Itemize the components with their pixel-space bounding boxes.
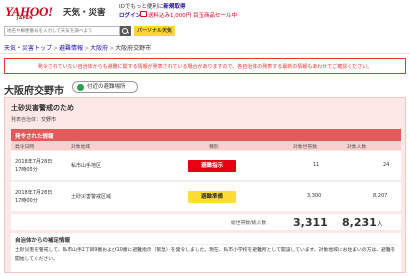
row-persons: 8,207 <box>373 193 388 199</box>
breadcrumb-separator: > <box>53 45 59 52</box>
cart-icon <box>140 11 147 17</box>
site-name[interactable]: 天気・災害 <box>63 6 106 18</box>
alert-text: 発令されていない自治体からも避難に関する情報が発表されている場合がありますので、… <box>37 64 373 70</box>
search-button[interactable] <box>120 26 131 36</box>
table-header: 発令日時 対象地域 種別 対象世帯数 対象人数 <box>11 141 401 150</box>
totals-label: 総世帯数/総人数 <box>231 221 267 226</box>
row-time: 17時05分 <box>15 167 38 173</box>
totals-row: 総世帯数/総人数 3,311 8,231人 <box>11 214 401 230</box>
evacuation-section: 土砂災害警戒のため 発表自治体： 交野市 発令された情報 発令日時 対象地域 種… <box>4 97 406 273</box>
shelter-icon <box>77 84 84 91</box>
info-header: 発令された情報 <box>11 129 401 141</box>
nearby-shelter-button[interactable]: 付近の避難場所 <box>72 81 138 93</box>
table-row: 2018年7月28日 17時05分 私市山手地区 避難指示 11 24 <box>11 151 401 181</box>
breadcrumb-separator: > <box>109 45 115 52</box>
table-row: 2018年7月28日 17時00分 土砂災害警戒区域 避難準備 3,300 8,… <box>11 182 401 212</box>
breadcrumb-separator: > <box>84 45 90 52</box>
row-time: 17時00分 <box>15 198 38 204</box>
supplement-text: 土砂災害を警戒して、私市山手2丁目9番および10番に避難指示（緊急）を発令しまし… <box>15 248 396 262</box>
column-households: 対象世帯数 <box>293 144 317 150</box>
row-date: 2018年7月28日 <box>15 159 53 165</box>
breadcrumb-weather-top[interactable]: 天気・災害トップ <box>4 45 52 52</box>
logo-subtitle: JAPAN <box>17 15 34 20</box>
search-input[interactable] <box>4 26 120 36</box>
personal-weather-button[interactable]: パーソナル天気 <box>134 26 176 36</box>
shipping-promo-link[interactable]: 送料込み1,000円 目玉商品セール中 <box>148 11 237 19</box>
divider <box>0 53 410 54</box>
issuer-label: 発表自治体： <box>11 117 42 123</box>
search-bar: パーソナル天気 <box>0 23 410 39</box>
column-persons: 対象人数 <box>347 144 367 150</box>
evacuation-order-badge: 避難指示 <box>188 160 236 172</box>
breadcrumb-current: 大阪府交野市 <box>115 45 152 52</box>
total-persons: 8,231人 <box>342 216 383 229</box>
row-households: 11 <box>313 162 320 168</box>
row-area: 土砂災害警戒区域 <box>71 194 112 200</box>
evacuation-prepare-badge: 避難準備 <box>188 191 236 203</box>
row-area: 私市山手地区 <box>71 163 102 169</box>
row-date: 2018年7月28日 <box>15 190 53 196</box>
divider <box>15 244 397 245</box>
supplement-box: 自治体からの補足情報 土砂災害を警戒して、私市山手2丁目9番および10番に避難指… <box>11 233 401 272</box>
column-type: 種別 <box>209 144 219 150</box>
info-header-title: 発令された情報 <box>15 134 54 140</box>
promo-prefix: IDでもっと便利に <box>119 4 164 10</box>
section-title: 土砂災害警戒のため <box>11 104 74 112</box>
promo-id: IDでもっと便利に新規取得 <box>119 2 185 10</box>
breadcrumb: 天気・災害トップ>避難情報>大阪府>大阪府交野市 <box>4 43 151 52</box>
page-title: 大阪府交野市 <box>4 86 64 97</box>
row-persons: 24 <box>383 162 390 168</box>
row-households: 3,300 <box>307 193 322 199</box>
register-link[interactable]: 新規取得 <box>163 4 185 10</box>
breadcrumb-evacuation[interactable]: 避難情報 <box>59 45 83 52</box>
breadcrumb-osaka[interactable]: 大阪府 <box>90 45 108 52</box>
total-persons-value: 8,231 <box>342 216 377 229</box>
persons-unit: 人 <box>376 221 383 228</box>
shelter-button-label: 付近の避難場所 <box>87 84 126 90</box>
site-header: YAHOO! JAPAN 天気・災害 IDでもっと便利に新規取得 ログイン 送料… <box>0 0 410 22</box>
issuer-value: 交野市 <box>41 117 57 123</box>
supplement-title: 自治体からの補足情報 <box>15 238 71 244</box>
column-date: 発令日時 <box>15 144 35 150</box>
alert-notice: 発令されていない自治体からも避難に関する情報が発表されている場合がありますので、… <box>4 58 406 74</box>
login-link[interactable]: ログイン <box>119 11 141 19</box>
total-households: 3,311 <box>293 216 328 229</box>
column-area: 対象地域 <box>71 144 91 150</box>
